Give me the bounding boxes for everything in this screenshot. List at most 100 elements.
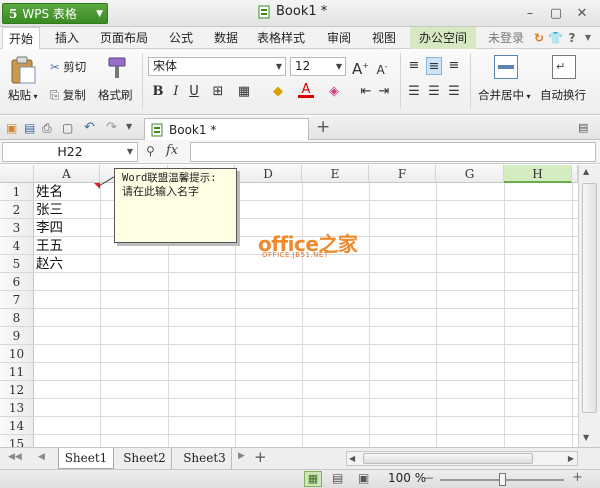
tab-formulas[interactable]: 公式	[162, 27, 200, 49]
scroll-thumb[interactable]	[363, 453, 533, 464]
cell-a2[interactable]: 张三	[34, 201, 100, 219]
name-box[interactable]: H22 ▼	[2, 142, 138, 162]
tab-review[interactable]: 审阅	[320, 27, 358, 49]
tab-page-layout[interactable]: 页面布局	[96, 27, 152, 49]
prev-sheet-icon[interactable]: ◀	[38, 452, 45, 462]
align-right-icon[interactable]: ☰	[446, 83, 462, 101]
undo-icon[interactable]: ↶	[84, 120, 95, 135]
normal-view-icon[interactable]: ▦	[304, 471, 322, 487]
sheet-tab-2[interactable]: Sheet2	[118, 448, 172, 469]
merge-center-icon[interactable]	[494, 55, 518, 79]
column-header-h[interactable]: H	[504, 165, 572, 183]
scroll-thumb[interactable]	[582, 183, 597, 413]
row-header-6[interactable]: 6	[0, 273, 34, 291]
bold-button[interactable]: B	[150, 83, 166, 101]
sheet-tab-3[interactable]: Sheet3	[178, 448, 232, 469]
format-painter-button[interactable]: 格式刷	[98, 87, 133, 103]
row-header-15[interactable]: 15	[0, 435, 34, 447]
sheet-tab-1[interactable]: Sheet1	[58, 448, 114, 469]
sync-icon[interactable]: ↻	[532, 27, 546, 49]
indent-decrease-icon[interactable]: ⇤	[358, 83, 374, 101]
cell-fill-icon[interactable]: ▦	[236, 83, 252, 101]
save-icon[interactable]: ▤	[24, 121, 35, 135]
zoom-out-button[interactable]: −	[424, 471, 434, 485]
italic-button[interactable]: I	[168, 83, 184, 101]
first-sheet-icon[interactable]: ◀◀	[8, 452, 22, 462]
row-header-2[interactable]: 2	[0, 201, 34, 219]
wps-menu-button[interactable]: 5 WPS 表格 ▼	[2, 3, 108, 24]
merge-center-button[interactable]: 合并居中 ▾	[478, 87, 531, 103]
row-header-9[interactable]: 9	[0, 327, 34, 345]
underline-button[interactable]: U	[186, 83, 202, 101]
font-size-select[interactable]: 12 ▼	[290, 57, 346, 76]
tab-view[interactable]: 视图	[365, 27, 403, 49]
spreadsheet-grid[interactable]: A B C D E F G H 1 2 3 4 5 6 7 8 9 10 11 …	[0, 165, 578, 447]
print-icon[interactable]: ⎙	[42, 121, 52, 136]
font-color-icon[interactable]: A	[298, 82, 314, 98]
brush-icon[interactable]	[104, 55, 130, 81]
row-header-8[interactable]: 8	[0, 309, 34, 327]
skin-icon[interactable]: 👕	[548, 27, 563, 49]
redo-icon[interactable]: ↷	[106, 120, 117, 135]
customize-icon[interactable]: ▼	[126, 122, 132, 131]
maximize-button[interactable]: ▢	[546, 4, 566, 22]
row-header-5[interactable]: 5	[0, 255, 34, 273]
wrap-text-icon[interactable]: ↵	[552, 55, 576, 79]
document-tab[interactable]: Book1 *	[144, 118, 309, 140]
zoom-level[interactable]: 100 %	[388, 471, 426, 485]
add-sheet-button[interactable]: +	[254, 448, 267, 466]
close-button[interactable]: ✕	[572, 4, 592, 22]
page-break-view-icon[interactable]: ▣	[358, 471, 369, 485]
row-header-7[interactable]: 7	[0, 291, 34, 309]
app-menu-icon[interactable]: ▣	[6, 121, 17, 135]
new-tab-button[interactable]: +	[316, 117, 330, 137]
tab-data[interactable]: 数据	[207, 27, 245, 49]
indent-increase-icon[interactable]: ⇥	[376, 83, 392, 101]
column-header-d[interactable]: D	[235, 165, 302, 183]
formula-input[interactable]	[190, 142, 596, 162]
border-icon[interactable]: ⊞	[210, 83, 226, 101]
horizontal-scrollbar[interactable]: ◀ ▶	[346, 451, 578, 466]
column-header-a[interactable]: A	[34, 165, 100, 183]
align-center-icon[interactable]: ☰	[426, 83, 442, 101]
tab-list-icon[interactable]: ▤	[578, 121, 588, 134]
insert-function-button[interactable]: fx	[166, 143, 178, 158]
paste-button[interactable]: 粘贴 ▾	[8, 87, 38, 103]
row-header-12[interactable]: 12	[0, 381, 34, 399]
fill-color-icon[interactable]: ◆	[270, 83, 286, 101]
align-left-icon[interactable]: ☰	[406, 83, 422, 101]
column-header-f[interactable]: F	[369, 165, 436, 183]
row-header-4[interactable]: 4	[0, 237, 34, 255]
scroll-down-icon[interactable]: ▼	[583, 433, 589, 442]
tab-insert[interactable]: 插入	[48, 27, 86, 49]
copy-button[interactable]: ⎘ 复制	[50, 87, 86, 103]
cell-a3[interactable]: 李四	[34, 219, 100, 237]
next-sheet-icon[interactable]: ▶	[238, 451, 245, 461]
align-middle-icon[interactable]: ≡	[426, 57, 442, 75]
scroll-left-icon[interactable]: ◀	[349, 452, 355, 465]
cell-a1[interactable]: 姓名	[34, 183, 100, 201]
page-layout-view-icon[interactable]: ▤	[332, 471, 343, 485]
row-header-14[interactable]: 14	[0, 417, 34, 435]
paste-icon[interactable]	[8, 55, 42, 85]
wrap-text-button[interactable]: 自动换行	[540, 87, 586, 103]
font-name-select[interactable]: 宋体 ▼	[148, 57, 286, 76]
zoom-slider-thumb[interactable]	[499, 473, 506, 486]
clear-format-icon[interactable]: ◈	[326, 83, 342, 101]
help-button[interactable]: ?	[566, 27, 578, 49]
font-shrink-button[interactable]: A-	[374, 58, 390, 77]
cut-button[interactable]: ✂ 剪切	[50, 59, 86, 75]
vertical-scrollbar[interactable]: ▲ ▼	[578, 165, 600, 447]
zoom-in-button[interactable]: +	[572, 470, 583, 485]
row-header-1[interactable]: 1	[0, 183, 34, 201]
tab-start[interactable]: 开始	[2, 27, 40, 49]
cell-a4[interactable]: 王五	[34, 237, 100, 255]
row-header-3[interactable]: 3	[0, 219, 34, 237]
scroll-right-icon[interactable]: ▶	[568, 452, 574, 465]
align-bottom-icon[interactable]: ≡	[446, 57, 462, 75]
print-preview-icon[interactable]: ▢	[62, 121, 73, 135]
minimize-button[interactable]: –	[520, 4, 540, 22]
cell-a5[interactable]: 赵六	[34, 255, 100, 273]
tab-table-style[interactable]: 表格样式	[253, 27, 309, 49]
ribbon-collapse-icon[interactable]: ▼	[582, 27, 594, 49]
